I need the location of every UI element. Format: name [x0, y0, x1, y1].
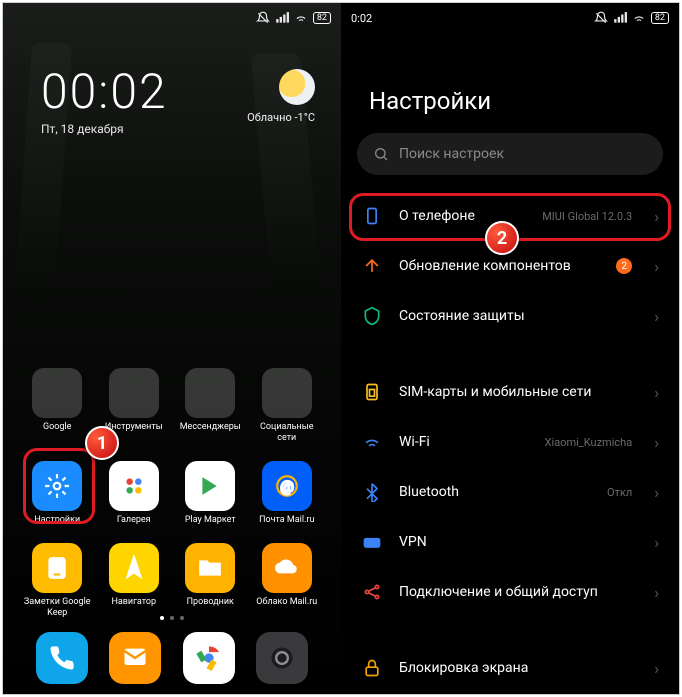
dnd-icon [256, 11, 270, 25]
wifi-icon [294, 11, 308, 25]
step-badge-2: 2 [485, 221, 519, 255]
app-галерея[interactable]: Галерея [98, 461, 171, 525]
phone-device-icon [361, 205, 383, 227]
folder-label: Социальные сети [251, 422, 324, 443]
app-заметки-google-keep[interactable]: Заметки Google Keep [21, 543, 94, 618]
chevron-right-icon: › [654, 383, 659, 402]
setting-label: Состояние защиты [399, 307, 638, 325]
setting-sim[interactable]: SIM-карты и мобильные сети › [341, 367, 679, 417]
lock-icon [361, 657, 383, 679]
status-bar: 82 [3, 3, 341, 33]
battery-indicator: 82 [313, 12, 331, 24]
app-почта-mail.ru[interactable]: @ Почта Mail.ru [251, 461, 324, 525]
folder-социальные-сети[interactable]: Социальные сети [251, 368, 324, 443]
battery-indicator: 82 [651, 12, 669, 24]
weather-widget[interactable]: Облачно -1°C [247, 69, 315, 124]
dock-phone[interactable] [36, 632, 88, 684]
app-label: Почта Mail.ru [259, 515, 314, 525]
svg-text:VPN: VPN [366, 541, 378, 547]
folder-label: Мессенджеры [180, 422, 241, 432]
setting-wifi[interactable]: Wi-Fi Xiaomi_Kuzmicha › [341, 417, 679, 467]
wifi-icon [361, 431, 383, 453]
app-label: Галерея [117, 515, 151, 525]
setting-label: Подключение и общий доступ [399, 583, 638, 601]
app-label: Настройки [34, 515, 80, 525]
search-icon [373, 146, 389, 162]
app-play-маркет[interactable]: Play Маркет [174, 461, 247, 525]
setting-share[interactable]: Подключение и общий доступ › [341, 567, 679, 617]
setting-lock[interactable]: Блокировка экрана › [341, 643, 679, 693]
setting-bluetooth[interactable]: Bluetooth Откл › [341, 467, 679, 517]
setting-trail: MIUI Global 12.0.3 [542, 210, 632, 223]
setting-label: Обновление компонентов [399, 257, 600, 275]
folder-label: Google [43, 422, 71, 432]
app-label: Навигатор [111, 597, 156, 607]
notification-badge: 2 [616, 258, 632, 274]
shield-icon [361, 305, 383, 327]
chevron-right-icon: › [654, 659, 659, 678]
app-навигатор[interactable]: Навигатор [98, 543, 171, 618]
weather-text: Облачно -1°C [247, 111, 315, 124]
clock-widget[interactable]: 00:02 Пт, 18 декабря [41, 63, 168, 136]
step-badge-1: 1 [85, 426, 119, 460]
dock [3, 632, 341, 684]
app-label: Проводник [187, 597, 234, 607]
app-label: Play Маркет [185, 515, 236, 525]
chevron-right-icon: › [654, 307, 659, 326]
app-облако-mail.ru[interactable]: Облако Mail.ru [251, 543, 324, 618]
status-time: 0:02 [351, 12, 372, 25]
folder-мессенджеры[interactable]: Мессенджеры [174, 368, 247, 443]
signal-icon [613, 11, 627, 25]
arrow-up-icon [361, 255, 383, 277]
share-icon [361, 581, 383, 603]
settings-screen: 0:02 82 Настройки Поиск настроек О телеф… [341, 3, 679, 694]
chevron-right-icon: › [654, 207, 659, 226]
app-проводник[interactable]: Проводник [174, 543, 247, 618]
search-input[interactable]: Поиск настроек [357, 133, 663, 175]
page-title: Настройки [369, 87, 679, 115]
chevron-right-icon: › [654, 583, 659, 602]
dock-messages[interactable] [109, 632, 161, 684]
svg-text:@: @ [280, 477, 294, 495]
signal-icon [275, 11, 289, 25]
vpn-icon: VPN [361, 531, 383, 553]
app-label: Облако Mail.ru [256, 597, 317, 607]
setting-label: Блокировка экрана [399, 659, 638, 677]
chevron-right-icon: › [654, 483, 659, 502]
bluetooth-icon [361, 481, 383, 503]
page-indicator [3, 616, 341, 620]
app-настройки[interactable]: Настройки [21, 461, 94, 525]
dock-chrome[interactable] [183, 632, 235, 684]
dock-camera[interactable] [256, 632, 308, 684]
clock-date: Пт, 18 декабря [41, 122, 168, 136]
setting-vpn[interactable]: VPN VPN › [341, 517, 679, 567]
search-placeholder: Поиск настроек [399, 146, 504, 162]
setting-label: Wi-Fi [399, 433, 529, 451]
status-bar: 0:02 82 [341, 3, 679, 33]
wifi-icon [632, 11, 646, 25]
setting-label: VPN [399, 533, 638, 551]
setting-shield[interactable]: Состояние защиты › [341, 291, 679, 341]
weather-icon [279, 69, 315, 105]
folder-google[interactable]: Google [21, 368, 94, 443]
clock-time: 00:02 [41, 63, 168, 120]
chevron-right-icon: › [654, 257, 659, 276]
setting-trail: Откл [607, 486, 632, 499]
setting-label: SIM-карты и мобильные сети [399, 383, 638, 401]
app-label: Заметки Google Keep [21, 597, 94, 618]
chevron-right-icon: › [654, 533, 659, 552]
dnd-icon [594, 11, 608, 25]
chevron-right-icon: › [654, 433, 659, 452]
home-screen: 82 00:02 Пт, 18 декабря Облачно -1°C Goo… [3, 3, 341, 694]
setting-trail: Xiaomi_Kuzmicha [545, 436, 633, 449]
sim-icon [361, 381, 383, 403]
setting-label: Bluetooth [399, 483, 591, 501]
